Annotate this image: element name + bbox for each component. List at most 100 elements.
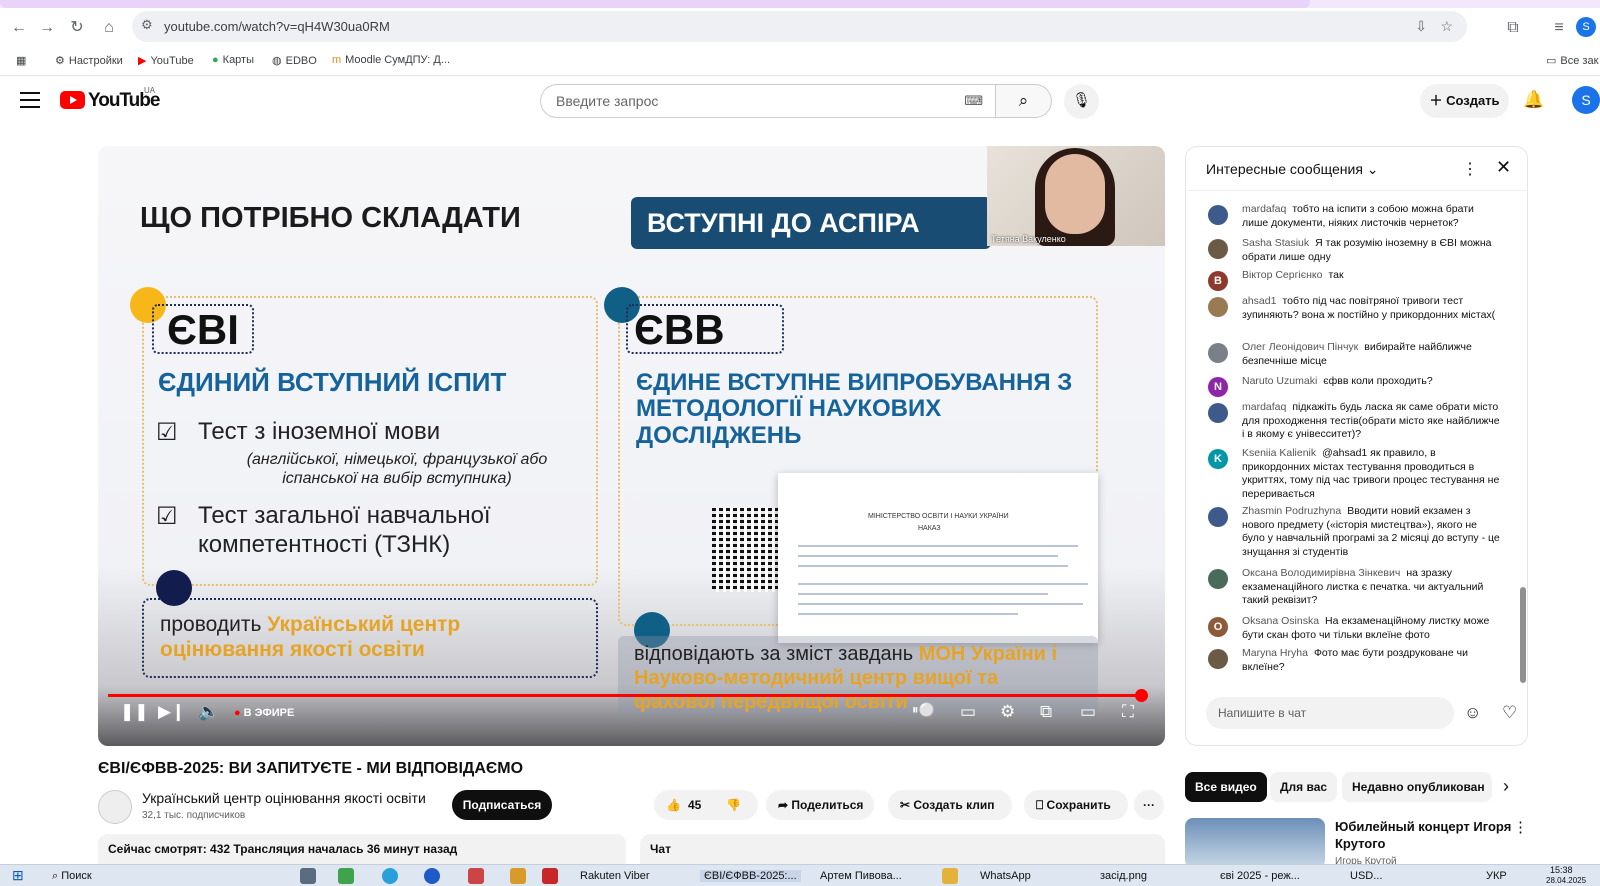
- address-bar[interactable]: ⚙ youtube.com/watch?v=qH4W30ua0RM ⇩ ☆: [132, 11, 1467, 42]
- more-actions-button[interactable]: ···: [1134, 790, 1164, 820]
- chat-author[interactable]: Oksana Osinska: [1242, 615, 1319, 627]
- subtitles-icon[interactable]: ▭: [960, 702, 976, 722]
- reading-list-icon[interactable]: ≡: [1548, 17, 1570, 39]
- create-clip-button[interactable]: ✂ Создать клип: [888, 790, 1012, 820]
- chevron-right-icon[interactable]: ›: [1503, 776, 1509, 797]
- imo-icon[interactable]: [424, 868, 440, 884]
- more-vertical-icon[interactable]: ⋮: [1513, 818, 1528, 836]
- bookmark-all[interactable]: ▭ Все зак: [1546, 54, 1598, 67]
- task-view-icon[interactable]: [300, 868, 316, 884]
- home-icon[interactable]: ⌂: [98, 17, 120, 39]
- chat-mode-select[interactable]: Интересные сообщения ⌄: [1206, 161, 1379, 178]
- taskbar-whatsapp[interactable]: WhatsApp: [980, 870, 1031, 882]
- extensions-icon[interactable]: ⧉: [1502, 17, 1524, 39]
- pause-icon[interactable]: ❚❚: [120, 702, 149, 722]
- chat-author[interactable]: Олег Леонідович Пінчук: [1242, 341, 1358, 353]
- chat-author[interactable]: Kseniia Kalienik: [1242, 447, 1316, 459]
- paint-icon[interactable]: [510, 868, 526, 884]
- channel-name[interactable]: Український центр оцінювання якості осві…: [142, 790, 426, 806]
- profile-avatar[interactable]: S: [1576, 17, 1596, 37]
- site-info-icon[interactable]: ⚙: [141, 17, 153, 33]
- reload-icon[interactable]: ↻: [66, 17, 88, 39]
- chat-avatar[interactable]: [1208, 507, 1228, 527]
- chat-author[interactable]: Naruto Uzumaki: [1242, 375, 1317, 387]
- chat-avatar[interactable]: [1208, 569, 1228, 589]
- chat-avatar[interactable]: [1208, 297, 1228, 317]
- search-button[interactable]: ⌕: [995, 84, 1052, 118]
- fullscreen-icon[interactable]: ⛶: [1122, 702, 1134, 722]
- chat-scrollbar[interactable]: [1520, 587, 1526, 683]
- bookmark-settings[interactable]: ⚙ Настройки: [55, 54, 123, 67]
- voice-search-button[interactable]: 🎙: [1064, 84, 1099, 119]
- chat-avatar[interactable]: N: [1208, 377, 1228, 397]
- next-icon[interactable]: ▶❙: [158, 702, 185, 722]
- chat-author[interactable]: mardafaq: [1242, 401, 1286, 413]
- chat-author[interactable]: Sasha Stasiuk: [1242, 237, 1309, 249]
- share-button[interactable]: ➦ Поделиться: [766, 790, 874, 820]
- emoji-icon[interactable]: ☺: [1464, 703, 1481, 723]
- chat-avatar[interactable]: K: [1208, 449, 1228, 469]
- clock-time[interactable]: 15:38: [1550, 865, 1573, 875]
- chat-author[interactable]: Zhasmin Podruzhyna: [1242, 505, 1341, 517]
- volume-icon[interactable]: 🔈: [198, 702, 219, 722]
- bookmark-moodle[interactable]: m Moodle СумДПУ: Д...: [332, 54, 450, 66]
- channel-avatar[interactable]: [98, 790, 132, 824]
- chat-avatar[interactable]: [1208, 239, 1228, 259]
- more-vertical-icon[interactable]: ⋮: [1462, 159, 1478, 179]
- forward-icon[interactable]: →: [36, 17, 58, 39]
- chat-input[interactable]: Напишите в чат: [1206, 697, 1454, 729]
- chip-recent[interactable]: Недавно опубликован: [1342, 772, 1492, 802]
- video-player[interactable]: ЩО ПОТРІБНО СКЛАДАТИ ВСТУПНІ ДО АСПІРА Т…: [98, 146, 1165, 746]
- chip-for-you[interactable]: Для вас: [1270, 772, 1338, 802]
- telegram-icon[interactable]: [382, 868, 398, 884]
- like-count[interactable]: 45: [688, 790, 701, 820]
- chat-avatar[interactable]: O: [1208, 617, 1228, 637]
- language-indicator[interactable]: УКР: [1486, 870, 1507, 882]
- wechat-icon[interactable]: [338, 868, 354, 884]
- windows-start-icon[interactable]: ⊞: [12, 867, 24, 884]
- search-input[interactable]: Введите запрос ⌨: [540, 84, 995, 118]
- subscribe-button[interactable]: Подписаться: [452, 790, 552, 820]
- chat-author[interactable]: mardafaq: [1242, 203, 1286, 215]
- taskbar-word[interactable]: єві 2025 - реж...: [1220, 870, 1300, 882]
- taskbar-opera[interactable]: Артем Пивова...: [820, 870, 902, 882]
- chat-tab[interactable]: Чат: [640, 834, 1165, 864]
- taskbar-currency[interactable]: USD...: [1350, 870, 1382, 882]
- dislike-icon[interactable]: 👎: [726, 790, 741, 820]
- active-tab[interactable]: [0, 0, 1310, 8]
- chat-avatar[interactable]: [1208, 649, 1228, 669]
- taskbar-chrome[interactable]: ЄВІ/ЄФВВ-2025:...: [700, 870, 801, 882]
- app-icon[interactable]: [468, 868, 484, 884]
- heart-icon[interactable]: ♡: [1502, 703, 1517, 723]
- chip-all-videos[interactable]: Все видео: [1185, 772, 1267, 802]
- create-button[interactable]: ＋ Создать: [1420, 84, 1509, 118]
- app-red-icon[interactable]: [542, 868, 558, 884]
- taskbar-image[interactable]: засід.png: [1100, 870, 1147, 882]
- progress-bar[interactable]: [108, 694, 1138, 697]
- chat-avatar[interactable]: [1208, 205, 1228, 225]
- recommended-thumbnail[interactable]: [1185, 818, 1325, 868]
- folder-icon[interactable]: [942, 868, 958, 884]
- bookmark-edbo[interactable]: ◍ EDBO: [272, 54, 317, 67]
- watching-info[interactable]: Сейчас смотрят: 432 Трансляция началась …: [98, 834, 626, 864]
- chat-author[interactable]: Maryna Hryha: [1242, 647, 1308, 659]
- keyboard-icon[interactable]: ⌨: [964, 93, 983, 109]
- apps-grid-icon[interactable]: ▦: [16, 54, 26, 67]
- miniplayer-icon[interactable]: ⧉: [1040, 702, 1052, 722]
- chat-author[interactable]: Оксана Володимирівна Зінкевич: [1242, 567, 1400, 579]
- back-icon[interactable]: ←: [8, 17, 30, 39]
- chat-avatar[interactable]: [1208, 403, 1228, 423]
- chat-author[interactable]: ahsad1: [1242, 295, 1276, 307]
- chat-author[interactable]: Віктор Сергієнко: [1242, 269, 1322, 281]
- bookmark-star-icon[interactable]: ☆: [1440, 18, 1453, 35]
- chat-avatar[interactable]: В: [1208, 271, 1228, 291]
- save-button[interactable]: ⎕ Сохранить: [1024, 790, 1128, 820]
- chat-avatar[interactable]: [1208, 343, 1228, 363]
- autoplay-toggle[interactable]: ⏸⚪: [912, 702, 935, 718]
- theater-mode-icon[interactable]: ▭: [1080, 702, 1096, 722]
- install-icon[interactable]: ⇩: [1415, 18, 1427, 35]
- bookmark-maps[interactable]: ● Карты: [212, 54, 254, 66]
- bookmark-youtube[interactable]: ▶ YouTube: [138, 54, 194, 67]
- taskbar-viber[interactable]: Rakuten Viber: [580, 870, 650, 882]
- settings-gear-icon[interactable]: ⚙: [1000, 702, 1015, 722]
